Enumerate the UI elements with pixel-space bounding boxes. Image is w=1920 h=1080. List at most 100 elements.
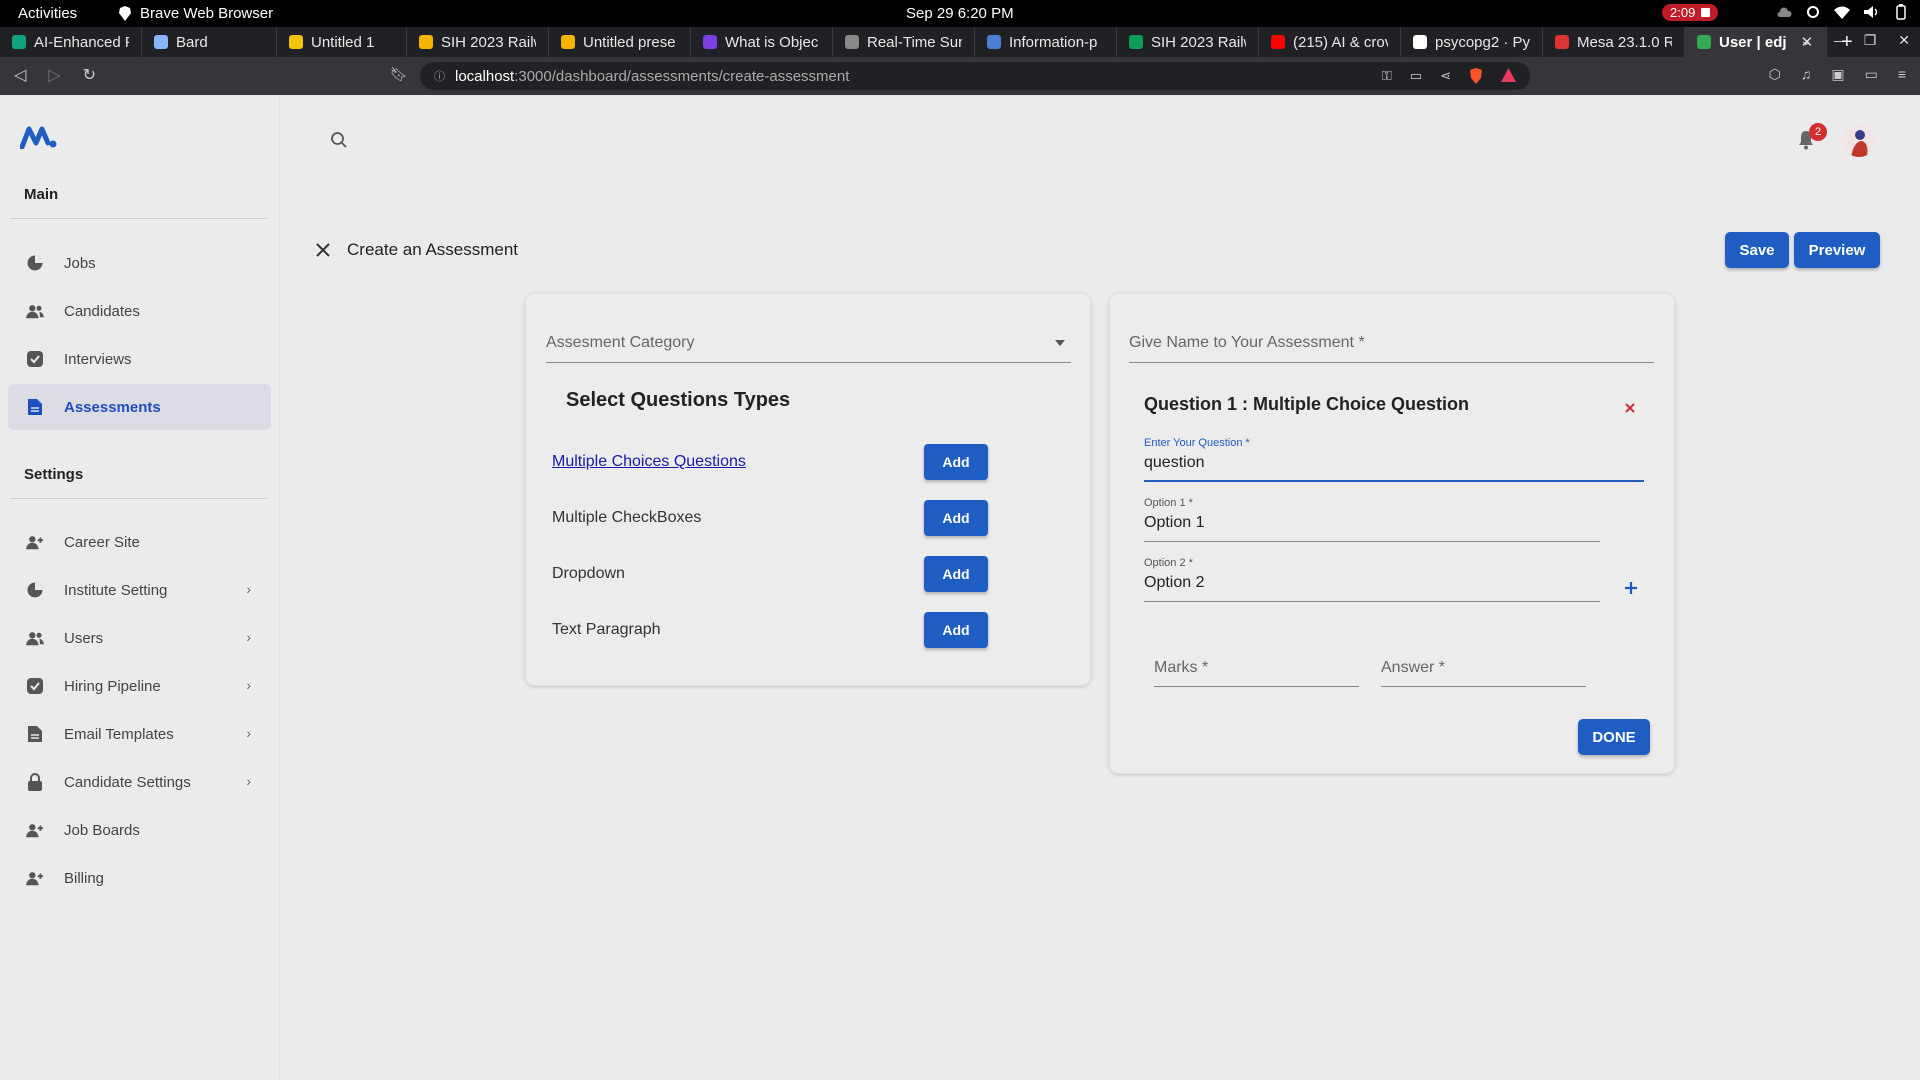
page-title: Create an Assessment <box>347 240 519 259</box>
extensions-icon[interactable]: ⬡ <box>1769 66 1781 83</box>
url-path: :3000/dashboard/assessments/create-asses… <box>514 67 850 85</box>
save-button[interactable]: Save <box>1725 232 1789 268</box>
favicon-icon <box>1129 35 1143 49</box>
person-add-icon <box>26 821 44 839</box>
browser-tab[interactable]: Mesa 23.1.0 R <box>1543 27 1685 57</box>
close-window-icon[interactable]: ✕ <box>1898 32 1910 49</box>
sidebar-icon[interactable]: ▣ <box>1831 66 1844 83</box>
sidebar-item-label: Email Templates <box>64 725 174 743</box>
notification-badge: 2 <box>1809 123 1827 141</box>
favicon-icon <box>1555 35 1569 49</box>
chevron-right-icon: › <box>246 581 251 597</box>
browser-tab[interactable]: AI-Enhanced F <box>0 27 142 57</box>
sidebar-item-hiring-pipeline[interactable]: Hiring Pipeline › <box>8 663 271 709</box>
tab-title: SIH 2023 Railw <box>1151 33 1246 51</box>
sidebar-item-job-boards[interactable]: Job Boards <box>8 807 271 853</box>
brave-rewards-icon[interactable] <box>1501 68 1516 82</box>
system-tray[interactable] <box>1776 4 1908 20</box>
add-question-type-button[interactable]: Add <box>924 444 988 480</box>
sidebar-item-email-templates[interactable]: Email Templates › <box>8 711 271 757</box>
browser-tab[interactable]: What is Objec <box>691 27 833 57</box>
add-option-icon[interactable] <box>1625 582 1637 594</box>
reload-icon[interactable]: ↻ <box>83 65 96 85</box>
recording-time: 2:09 <box>1670 5 1696 20</box>
settings-section-title: Settings <box>24 465 84 483</box>
sidebar-item-users[interactable]: Users › <box>8 615 271 661</box>
back-icon[interactable]: ◁ <box>14 65 26 85</box>
sidebar-item-institute-setting[interactable]: Institute Setting › <box>8 567 271 613</box>
sidebar-item-candidate-settings[interactable]: Candidate Settings › <box>8 759 271 805</box>
minimize-icon[interactable]: – <box>1834 32 1842 49</box>
option2-input[interactable]: Option 2 <box>1144 574 1600 602</box>
browser-tab[interactable]: psycopg2 · Py <box>1401 27 1543 57</box>
favicon-icon <box>987 35 1001 49</box>
address-bar[interactable]: ⓘ localhost:3000/dashboard/assessments/c… <box>420 62 1530 90</box>
browser-tab[interactable]: Untitled 1 <box>277 27 407 57</box>
cast-icon[interactable]: ▭ <box>1410 68 1422 84</box>
sidebar-item-career-site[interactable]: Career Site <box>8 519 271 565</box>
option2-label: Option 2 * <box>1144 557 1193 569</box>
brave-lion-icon <box>119 6 131 21</box>
question-type-row: Multiple Choices Questions Add <box>552 444 988 480</box>
sidebar-item-label: Interviews <box>64 350 132 368</box>
done-button[interactable]: DONE <box>1578 719 1650 755</box>
tab-title: SIH 2023 Railw <box>441 33 536 51</box>
tab-title: Information-p <box>1009 33 1098 51</box>
sidebar-item-billing[interactable]: Billing <box>8 855 271 901</box>
close-icon[interactable] <box>315 242 331 258</box>
menu-icon[interactable]: ≡ <box>1898 66 1906 83</box>
app-menu[interactable]: Brave Web Browser <box>118 5 273 22</box>
volume-icon <box>1864 6 1878 18</box>
browser-tab[interactable]: Real-Time Sur <box>833 27 975 57</box>
key-icon[interactable]: ⚿ <box>1382 68 1392 84</box>
app-logo[interactable] <box>20 125 60 149</box>
marks-input[interactable]: Marks * <box>1154 659 1359 687</box>
question-type-label[interactable]: Multiple Choices Questions <box>552 453 746 471</box>
assessment-name-input[interactable]: Give Name to Your Assessment * <box>1129 334 1654 363</box>
sidebar-item-assessments[interactable]: Assessments <box>8 384 271 430</box>
site-info-icon[interactable]: ⓘ <box>434 68 445 84</box>
search-icon[interactable] <box>330 131 348 149</box>
preview-button[interactable]: Preview <box>1794 232 1880 268</box>
recording-indicator[interactable]: 2:09 <box>1662 4 1719 21</box>
avatar[interactable] <box>1842 123 1876 157</box>
user-avatar-icon <box>1851 130 1868 157</box>
tab-title: What is Objec <box>725 33 819 51</box>
activities-button[interactable]: Activities <box>18 5 77 22</box>
browser-tab[interactable]: (215) AI & crov <box>1259 27 1401 57</box>
add-question-type-button[interactable]: Add <box>924 556 988 592</box>
browser-tab[interactable]: Untitled prese <box>549 27 691 57</box>
clock[interactable]: Sep 29 6:20 PM <box>906 5 1014 22</box>
option1-input[interactable]: Option 1 <box>1144 514 1600 542</box>
forward-icon[interactable]: ▷ <box>48 65 60 85</box>
person-add-icon <box>26 533 44 551</box>
add-question-type-button[interactable]: Add <box>924 612 988 648</box>
assessment-category-select[interactable]: Assesment Category <box>546 334 1071 363</box>
question-editor-card: Give Name to Your Assessment * Question … <box>1109 293 1675 774</box>
browser-tab[interactable]: Information-p <box>975 27 1117 57</box>
sidebar-item-jobs[interactable]: Jobs <box>8 240 271 286</box>
media-icon[interactable]: ♫ <box>1801 66 1812 83</box>
tab-search-icon[interactable]: ⌄ <box>1800 32 1812 49</box>
sidebar: Main Jobs Candidates Interviews Assessments… <box>0 95 280 1080</box>
restore-icon[interactable]: ❐ <box>1864 32 1877 49</box>
favicon-icon <box>845 35 859 49</box>
add-question-type-button[interactable]: Add <box>924 500 988 536</box>
sidebar-item-label: Assessments <box>64 398 161 416</box>
share-icon[interactable]: ⋖ <box>1440 68 1451 84</box>
answer-input[interactable]: Answer * <box>1381 659 1586 687</box>
browser-toolbar: ◁ ▷ ↻ 🔖︎ ⓘ localhost:3000/dashboard/asse… <box>0 57 1920 95</box>
bookmark-icon[interactable]: 🔖︎ <box>390 66 408 83</box>
sidebar-item-interviews[interactable]: Interviews <box>8 336 271 382</box>
question-input[interactable]: question <box>1144 454 1644 482</box>
stop-icon <box>1701 8 1711 17</box>
browser-tab[interactable]: Bard <box>142 27 277 57</box>
sidebar-item-candidates[interactable]: Candidates <box>8 288 271 334</box>
browser-tab[interactable]: SIH 2023 Railw <box>1117 27 1259 57</box>
wallet-icon[interactable]: ▭ <box>1865 66 1878 83</box>
delete-question-icon[interactable] <box>1625 403 1635 413</box>
browser-tab[interactable]: SIH 2023 Railw <box>407 27 549 57</box>
brave-shields-icon[interactable] <box>1469 68 1483 84</box>
question-type-label: Text Paragraph <box>552 621 661 638</box>
people-icon <box>26 629 44 647</box>
